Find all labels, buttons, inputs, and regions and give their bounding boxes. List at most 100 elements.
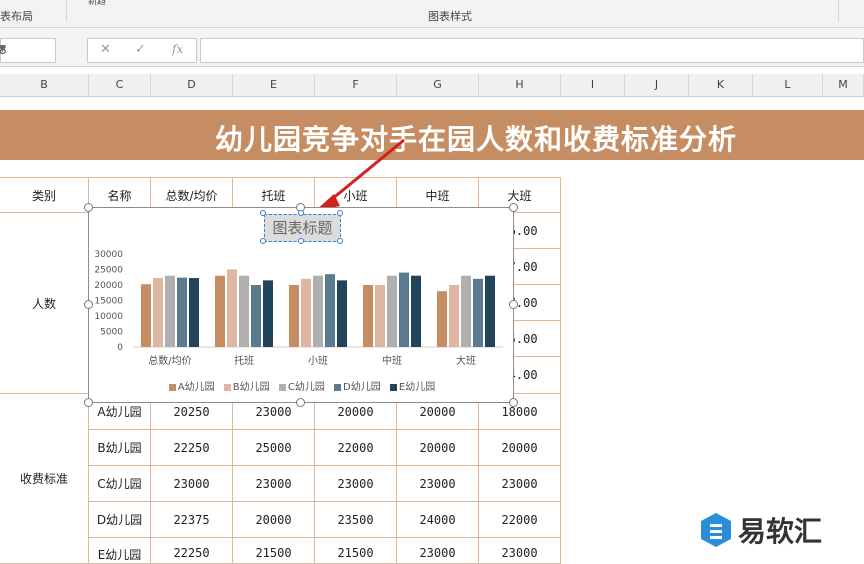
ribbon-group-chart-style[interactable]: 图表样式 [428, 8, 472, 24]
function-icon[interactable]: fx [172, 42, 183, 56]
column-header-m[interactable]: M [823, 74, 864, 96]
bar[interactable] [263, 280, 273, 347]
bar[interactable] [461, 275, 471, 347]
cell-name[interactable]: B幼儿园 [89, 430, 151, 466]
column-header-i[interactable]: I [561, 74, 625, 96]
cell-xiaoban[interactable]: 23500 [315, 502, 397, 538]
bar[interactable] [399, 272, 409, 347]
cell-total[interactable]: 22250 [151, 538, 233, 564]
column-header-g[interactable]: G [397, 74, 479, 96]
bar[interactable] [153, 278, 163, 347]
bar[interactable] [337, 280, 347, 347]
column-header-bar: B C D E F G H I J K L M [0, 74, 864, 97]
bar[interactable] [301, 278, 311, 347]
check-icon[interactable]: ✓ [135, 42, 146, 57]
resize-handle-e[interactable] [509, 300, 518, 309]
cell-daban[interactable]: 23000 [479, 538, 561, 564]
bar[interactable] [313, 275, 323, 347]
cell-zhongban[interactable]: 20000 [397, 430, 479, 466]
resize-handle-nw[interactable] [84, 203, 93, 212]
legend-label: E幼儿园 [398, 382, 436, 393]
legend-swatch [334, 383, 342, 391]
bar[interactable] [189, 278, 199, 347]
bar[interactable] [165, 275, 175, 347]
cell-tuoban[interactable]: 20000 [233, 502, 315, 538]
column-header-k[interactable]: K [689, 74, 753, 96]
bar[interactable] [325, 274, 335, 347]
legend-item: C幼儿园 [278, 378, 325, 393]
chart-area[interactable]: 30000 25000 20000 15000 10000 5000 0 总数/均价 托班 小班 中… [88, 207, 514, 403]
y-tick-label: 30000 [94, 250, 123, 260]
cell-xiaoban[interactable]: 22000 [315, 430, 397, 466]
group-label-headcount[interactable]: 人数 [0, 213, 89, 394]
cell-name[interactable]: C幼儿园 [89, 466, 151, 502]
title-handle-ne[interactable] [337, 210, 343, 216]
column-header-j[interactable]: J [625, 74, 689, 96]
y-tick-label: 10000 [94, 312, 123, 322]
bar[interactable] [239, 275, 249, 347]
cell-total[interactable]: 23000 [151, 466, 233, 502]
resize-handle-s[interactable] [296, 398, 305, 407]
title-handle-nw[interactable] [260, 210, 266, 216]
cell-xiaoban[interactable]: 21500 [315, 538, 397, 564]
bar[interactable] [289, 285, 299, 347]
legend-label: B幼儿园 [232, 382, 270, 393]
bar[interactable] [215, 275, 225, 347]
column-header-f[interactable]: F [315, 74, 397, 96]
ribbon-group-layout[interactable]: 表布局 [0, 8, 33, 24]
bar[interactable] [485, 275, 495, 347]
legend-label: C幼儿园 [287, 382, 325, 393]
cell-name[interactable]: E幼儿园 [89, 538, 151, 564]
cell-daban[interactable]: 22000 [479, 502, 561, 538]
cell-tuoban[interactable]: 23000 [233, 466, 315, 502]
resize-handle-ne[interactable] [509, 203, 518, 212]
bar[interactable] [177, 277, 187, 347]
cancel-icon[interactable]: ✕ [100, 42, 111, 57]
title-handle-n[interactable] [298, 210, 304, 216]
bar[interactable] [363, 285, 373, 347]
legend-label: D幼儿园 [343, 382, 381, 393]
resize-handle-sw[interactable] [84, 398, 93, 407]
column-header-l[interactable]: L [753, 74, 823, 96]
formula-controls: ✕ ✓ fx [87, 38, 197, 63]
cell-daban[interactable]: 23000 [479, 466, 561, 502]
bar[interactable] [227, 269, 237, 348]
cell-total[interactable]: 22250 [151, 430, 233, 466]
formula-input[interactable] [200, 38, 864, 63]
bar[interactable] [473, 278, 483, 347]
column-header-c[interactable]: C [89, 74, 151, 96]
banner-title: 幼儿园竞争对手在园人数和收费标准分析 [215, 123, 738, 156]
resize-handle-w[interactable] [84, 300, 93, 309]
column-header-d[interactable]: D [151, 74, 233, 96]
name-box[interactable]: 8 ▼ [0, 38, 56, 63]
chevron-down-icon[interactable]: ▼ [0, 44, 51, 54]
bar[interactable] [449, 285, 459, 347]
group-label-fees[interactable]: 收费标准 [0, 394, 89, 564]
chart-legend[interactable]: A幼儿园 B幼儿园 C幼儿园 D幼儿园 E幼儿园 [89, 378, 515, 393]
column-header-b[interactable]: B [0, 74, 89, 96]
bar[interactable] [411, 275, 421, 347]
y-tick-label: 5000 [100, 328, 123, 338]
cell-name[interactable]: D幼儿园 [89, 502, 151, 538]
bar[interactable] [387, 275, 397, 347]
bar[interactable] [251, 285, 261, 347]
title-handle-se[interactable] [337, 238, 343, 244]
cell-tuoban[interactable]: 21500 [233, 538, 315, 564]
title-handle-sw[interactable] [260, 238, 266, 244]
cell-tuoban[interactable]: 25000 [233, 430, 315, 466]
cell-total[interactable]: 22375 [151, 502, 233, 538]
ribbon-group-trend[interactable]: 新趋 [88, 0, 106, 7]
cell-zhongban[interactable]: 23000 [397, 466, 479, 502]
header-category[interactable]: 类别 [0, 178, 89, 213]
cell-zhongban[interactable]: 23000 [397, 538, 479, 564]
cell-xiaoban[interactable]: 23000 [315, 466, 397, 502]
bar[interactable] [375, 285, 385, 347]
bar[interactable] [437, 291, 447, 347]
title-handle-s[interactable] [298, 238, 304, 244]
bar[interactable] [141, 284, 151, 347]
column-header-e[interactable]: E [233, 74, 315, 96]
resize-handle-se[interactable] [509, 398, 518, 407]
column-header-h[interactable]: H [479, 74, 561, 96]
cell-daban[interactable]: 20000 [479, 430, 561, 466]
cell-zhongban[interactable]: 24000 [397, 502, 479, 538]
